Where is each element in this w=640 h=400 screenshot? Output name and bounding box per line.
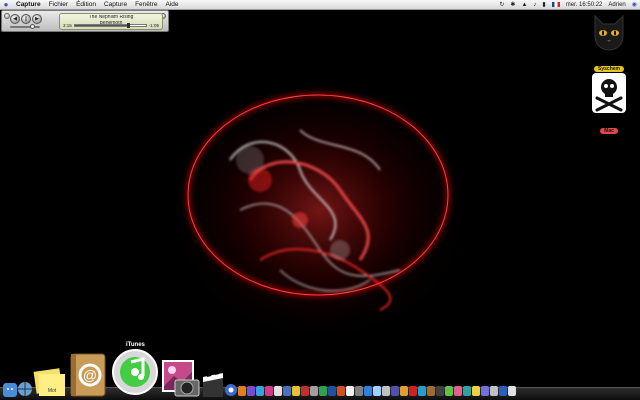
- dock-app-icon[interactable]: [472, 386, 480, 396]
- dock-app-icon[interactable]: [364, 386, 372, 396]
- desktop-icon-syschem[interactable]: Syschem: [589, 12, 629, 75]
- volume-knob[interactable]: [30, 24, 35, 29]
- dock-app-icon[interactable]: [283, 386, 291, 396]
- dock-app-icon[interactable]: [436, 386, 444, 396]
- menu-user[interactable]: Adrien: [605, 0, 628, 10]
- volume-icon[interactable]: ♪: [530, 0, 539, 10]
- menu-app-capture[interactable]: Capture: [12, 0, 45, 10]
- dock-app-icon[interactable]: [238, 386, 246, 396]
- dock-trash-icon[interactable]: [508, 386, 516, 396]
- progress-bar[interactable]: [73, 23, 147, 28]
- previous-button[interactable]: ◀: [10, 14, 20, 24]
- dock-app-icon[interactable]: [499, 386, 507, 396]
- dock-app-icon[interactable]: [265, 386, 273, 396]
- menu-bar: ● Capture Fichier Édition Capture Fenêtr…: [0, 0, 640, 10]
- menu-capture[interactable]: Capture: [100, 0, 131, 10]
- volume-slider[interactable]: [10, 24, 40, 29]
- dock-app-icon[interactable]: [463, 386, 471, 396]
- bluetooth-icon[interactable]: ✱: [507, 0, 518, 10]
- dock-quicktime-icon[interactable]: [224, 382, 238, 400]
- elapsed-time: 3:15: [63, 23, 72, 28]
- itunes-mini-player: ◀ ❙ ▶ The Nephilim Rising Behemoth 3:15 …: [1, 10, 169, 32]
- spotlight-icon[interactable]: ◉: [629, 0, 640, 10]
- dock-app-icon[interactable]: [427, 386, 435, 396]
- dock-small-icons: [238, 386, 516, 396]
- dock-app-icon[interactable]: [481, 386, 489, 396]
- dock-app-icon[interactable]: [373, 386, 381, 396]
- dock-address-book-icon[interactable]: @: [68, 352, 108, 400]
- dock-camera-icon[interactable]: [174, 376, 200, 400]
- progress-thumb[interactable]: [126, 23, 130, 28]
- dock-app-icon[interactable]: [328, 386, 336, 396]
- sync-icon[interactable]: ↻: [496, 0, 507, 10]
- dock-app-icon[interactable]: [274, 386, 282, 396]
- dock-app-icon[interactable]: [445, 386, 453, 396]
- desktop-wallpaper: [0, 10, 640, 400]
- input-flag-icon[interactable]: [551, 2, 560, 7]
- dock-app-icon[interactable]: [409, 386, 417, 396]
- dock-app-icon[interactable]: [382, 386, 390, 396]
- dock-itunes-icon[interactable]: [111, 348, 159, 400]
- dock-app-icon[interactable]: [310, 386, 318, 396]
- dock-app-icon[interactable]: [391, 386, 399, 396]
- now-playing-display: The Nephilim Rising Behemoth 3:15 -1:05: [59, 13, 163, 30]
- menu-edition[interactable]: Édition: [72, 0, 100, 10]
- dock-app-icon[interactable]: [319, 386, 327, 396]
- dock-app-icon[interactable]: [301, 386, 309, 396]
- skull-crossbones-icon: [592, 73, 626, 113]
- dock-app-icon[interactable]: [490, 386, 498, 396]
- cat-face-icon: [594, 14, 624, 51]
- battery-icon[interactable]: ▮: [539, 0, 548, 10]
- progress-fill: [74, 25, 128, 26]
- pause-button[interactable]: ❙: [21, 14, 31, 24]
- remaining-time: -1:05: [148, 23, 159, 28]
- dock-app-icon[interactable]: [454, 386, 462, 396]
- dock-network-icon[interactable]: [17, 380, 33, 400]
- dock-app-icon[interactable]: [400, 386, 408, 396]
- dock-app-icon[interactable]: [346, 386, 354, 396]
- wallpaper-art: [0, 10, 640, 400]
- dock-app-icon[interactable]: [256, 386, 264, 396]
- apple-menu-icon[interactable]: ●: [0, 0, 12, 10]
- next-button[interactable]: ▶: [32, 14, 42, 24]
- song-title: The Nephilim Rising: [88, 15, 134, 20]
- stickies-note-text: Mot: [48, 388, 57, 394]
- menu-clock[interactable]: mer. 16:50:22: [563, 0, 606, 10]
- menu-fichier[interactable]: Fichier: [45, 0, 73, 10]
- dock-imovie-icon[interactable]: [202, 372, 224, 400]
- dock-app-icon[interactable]: [247, 386, 255, 396]
- dock-app-icon[interactable]: [292, 386, 300, 396]
- dock-stickies-icon[interactable]: Mot: [33, 366, 67, 400]
- wifi-icon[interactable]: ▲: [518, 0, 530, 10]
- menu-aide[interactable]: Aide: [161, 0, 182, 10]
- desktop-icon-label: Mac: [600, 128, 618, 134]
- dock-finder-icon[interactable]: [3, 383, 17, 400]
- dock-app-icon[interactable]: [337, 386, 345, 396]
- dock-app-icon[interactable]: [355, 386, 363, 396]
- dock-app-icon[interactable]: [418, 386, 426, 396]
- svg-text:@: @: [83, 367, 97, 383]
- desktop-icon-mac[interactable]: Mac: [589, 72, 629, 137]
- menu-fenetre[interactable]: Fenêtre: [131, 0, 161, 10]
